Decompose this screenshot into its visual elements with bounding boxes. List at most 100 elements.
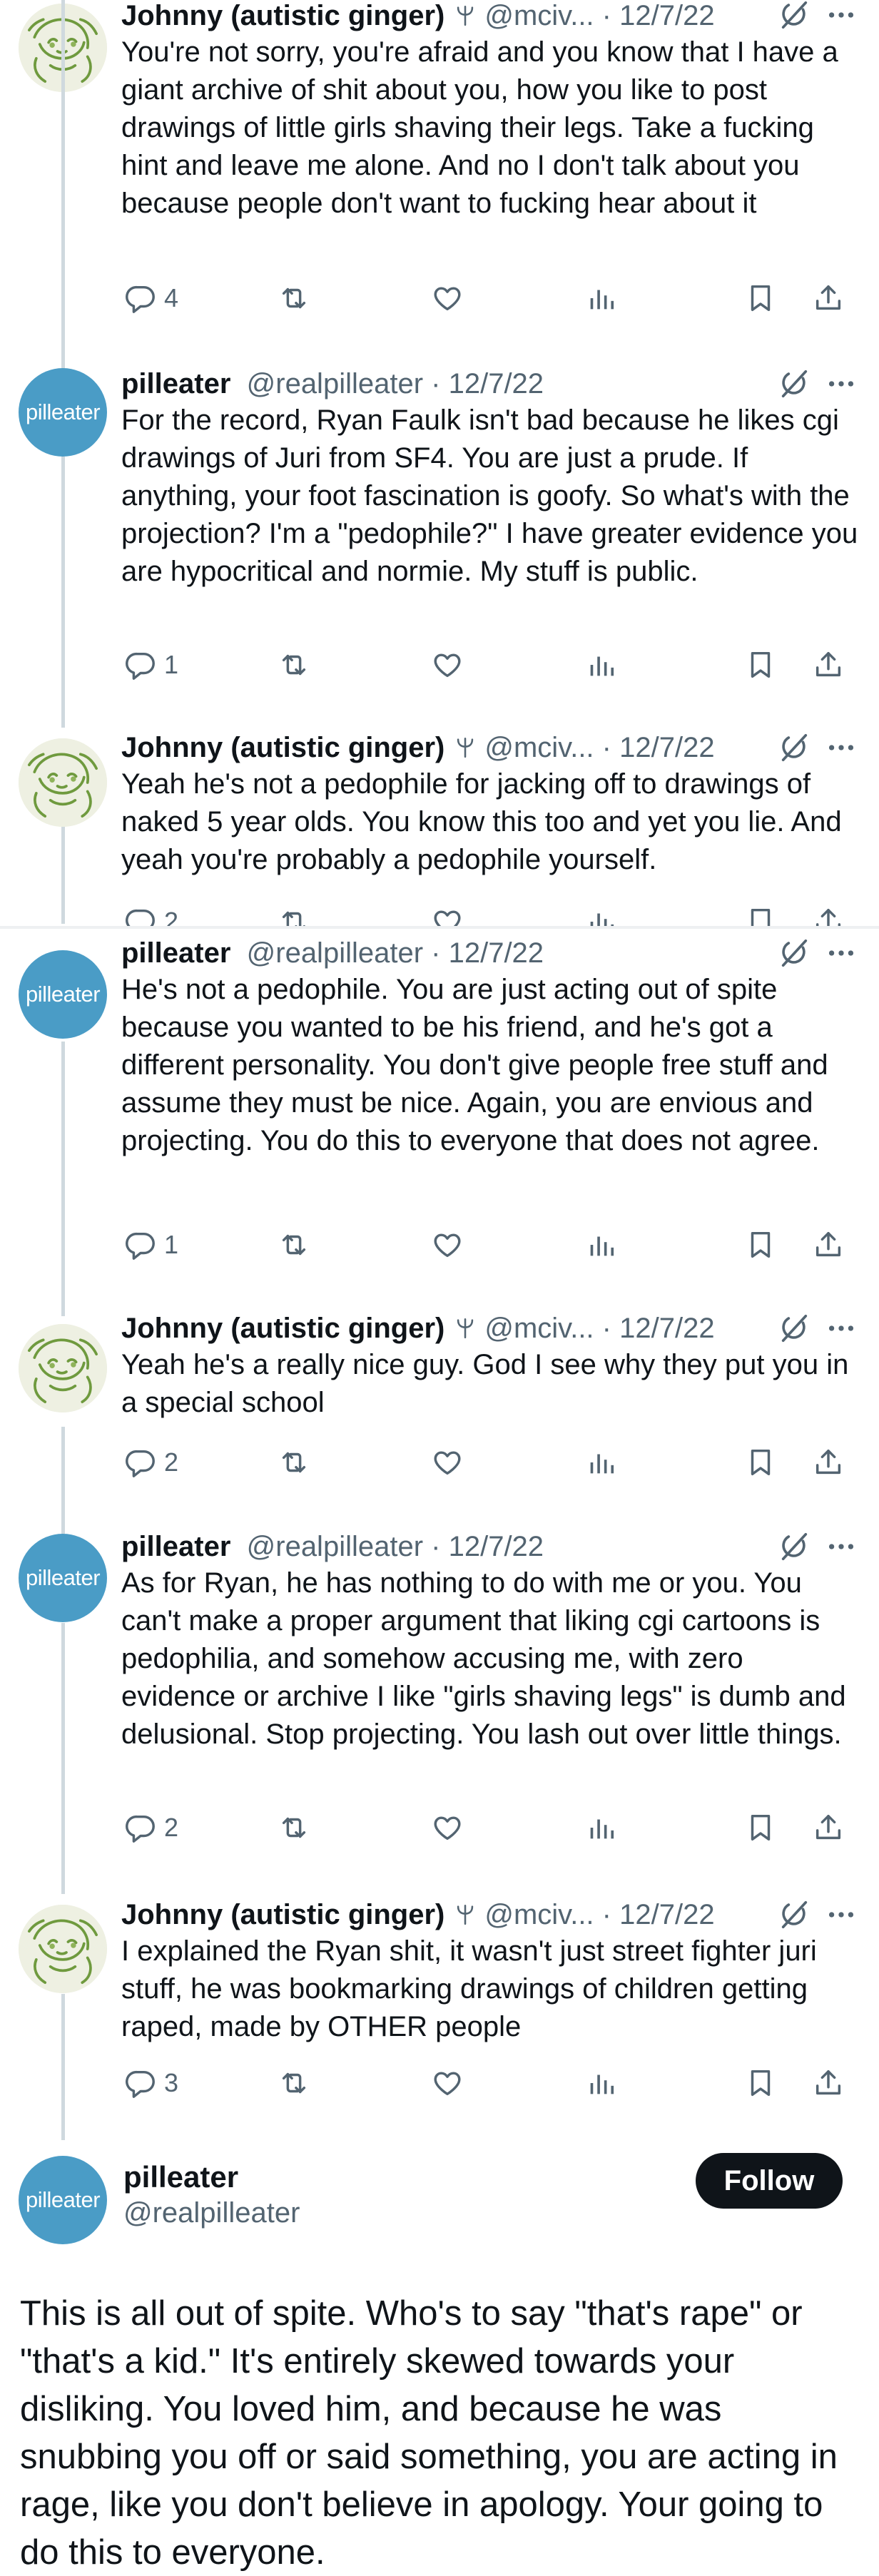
avatar[interactable] [19, 1324, 107, 1412]
author-name[interactable]: pilleater [123, 2160, 238, 2194]
author-handle[interactable]: @mciv... [484, 0, 594, 32]
share-icon [812, 2067, 845, 2099]
retweet-icon [278, 905, 310, 926]
more-icon[interactable] [823, 1312, 859, 1345]
author-name[interactable]: Johnny (autistic ginger) [121, 1313, 444, 1345]
retweet-button[interactable] [278, 1223, 310, 1266]
retweet-button[interactable] [278, 1806, 310, 1849]
views-button[interactable] [585, 2062, 618, 2104]
bookmark-button[interactable] [744, 1441, 777, 1484]
tweet-date[interactable]: · 12/7/22 [602, 1313, 715, 1345]
bookmark-button[interactable] [744, 900, 777, 926]
more-icon[interactable] [823, 1898, 859, 1931]
retweet-button[interactable] [278, 900, 310, 926]
share-button[interactable] [812, 643, 845, 686]
views-button[interactable] [585, 1223, 618, 1266]
retweet-button[interactable] [278, 2062, 310, 2104]
grok-icon[interactable] [778, 1530, 811, 1563]
avatar[interactable] [19, 738, 107, 827]
avatar[interactable]: pilleater [19, 2156, 107, 2244]
grok-icon[interactable] [778, 0, 811, 31]
like-button[interactable] [431, 643, 464, 686]
tweet-date[interactable]: · 12/7/22 [602, 1899, 715, 1931]
author-name[interactable]: Johnny (autistic ginger) [121, 1899, 444, 1931]
like-button[interactable] [431, 1441, 464, 1484]
share-button[interactable] [812, 1806, 845, 1849]
thread-line [61, 1623, 65, 1894]
like-button[interactable] [431, 2062, 464, 2104]
grok-icon[interactable] [778, 731, 811, 764]
bookmark-button[interactable] [744, 643, 777, 686]
tweet-date[interactable]: · 12/7/22 [602, 0, 715, 32]
bookmark-button[interactable] [744, 277, 777, 320]
views-button[interactable] [585, 277, 618, 320]
fork-badge-icon [453, 735, 477, 760]
bookmark-button[interactable] [744, 1223, 777, 1266]
views-button[interactable] [585, 643, 618, 686]
more-icon[interactable] [823, 367, 859, 400]
reply-button[interactable]: 1 [124, 643, 178, 686]
author-name[interactable]: pilleater [121, 368, 230, 400]
share-button[interactable] [812, 1441, 845, 1484]
author-name[interactable]: Johnny (autistic ginger) [121, 732, 444, 764]
share-button[interactable] [812, 277, 845, 320]
tweet-date[interactable]: · 12/7/22 [431, 1531, 544, 1563]
reply-button[interactable]: 2 [124, 1441, 178, 1484]
like-button[interactable] [431, 277, 464, 320]
avatar[interactable]: pilleater [19, 1534, 107, 1622]
more-icon[interactable] [823, 731, 859, 764]
reply-button[interactable]: 4 [124, 277, 178, 320]
avatar[interactable]: pilleater [19, 368, 107, 457]
bookmark-icon [744, 1811, 777, 1844]
grok-icon[interactable] [778, 937, 811, 969]
avatar[interactable] [19, 1905, 107, 1993]
tweet-date[interactable]: · 12/7/22 [431, 368, 544, 400]
author-handle[interactable]: @realpilleater [123, 2197, 300, 2229]
views-button[interactable] [585, 1806, 618, 1849]
share-button[interactable] [812, 2062, 845, 2104]
reply-button[interactable]: 1 [124, 1223, 178, 1266]
views-icon [585, 1446, 618, 1479]
bookmark-button[interactable] [744, 2062, 777, 2104]
author-handle[interactable]: @mciv... [484, 1313, 594, 1345]
reply-count: 2 [164, 1813, 179, 1842]
reply-count: 1 [164, 650, 179, 679]
views-icon [585, 2067, 618, 2099]
avatar[interactable]: pilleater [19, 950, 107, 1039]
author-handle[interactable]: @realpilleater [247, 368, 423, 400]
author-name[interactable]: Johnny (autistic ginger) [121, 0, 444, 32]
more-icon[interactable] [823, 1530, 859, 1563]
like-button[interactable] [431, 1806, 464, 1849]
reply-button[interactable]: 3 [124, 2062, 178, 2104]
retweet-button[interactable] [278, 1441, 310, 1484]
like-button[interactable] [431, 900, 464, 926]
tweet-date[interactable]: · 12/7/22 [602, 732, 715, 764]
more-icon[interactable] [823, 937, 859, 969]
views-button[interactable] [585, 1441, 618, 1484]
follow-button[interactable]: Follow [696, 2153, 843, 2209]
bookmark-icon [744, 648, 777, 681]
retweet-button[interactable] [278, 643, 310, 686]
tweet-date[interactable]: · 12/7/22 [431, 937, 544, 969]
grok-icon[interactable] [778, 367, 811, 400]
bookmark-button[interactable] [744, 1806, 777, 1849]
action-bar: 1 [121, 1223, 859, 1266]
author-name[interactable]: pilleater [121, 1531, 230, 1563]
share-button[interactable] [812, 1223, 845, 1266]
more-icon[interactable] [823, 0, 859, 31]
author-handle[interactable]: @mciv... [484, 1899, 594, 1931]
views-button[interactable] [585, 900, 618, 926]
like-icon [431, 1811, 464, 1844]
author-name[interactable]: pilleater [121, 937, 230, 969]
share-button[interactable] [812, 900, 845, 926]
author-handle[interactable]: @mciv... [484, 732, 594, 764]
author-handle[interactable]: @realpilleater [247, 1531, 423, 1563]
author-handle[interactable]: @realpilleater [247, 937, 423, 969]
like-button[interactable] [431, 1223, 464, 1266]
reply-button[interactable]: 2 [124, 1806, 178, 1849]
grok-icon[interactable] [778, 1898, 811, 1931]
grok-icon[interactable] [778, 1312, 811, 1345]
retweet-button[interactable] [278, 277, 310, 320]
like-icon [431, 1228, 464, 1261]
reply-button[interactable]: 2 [124, 900, 178, 926]
